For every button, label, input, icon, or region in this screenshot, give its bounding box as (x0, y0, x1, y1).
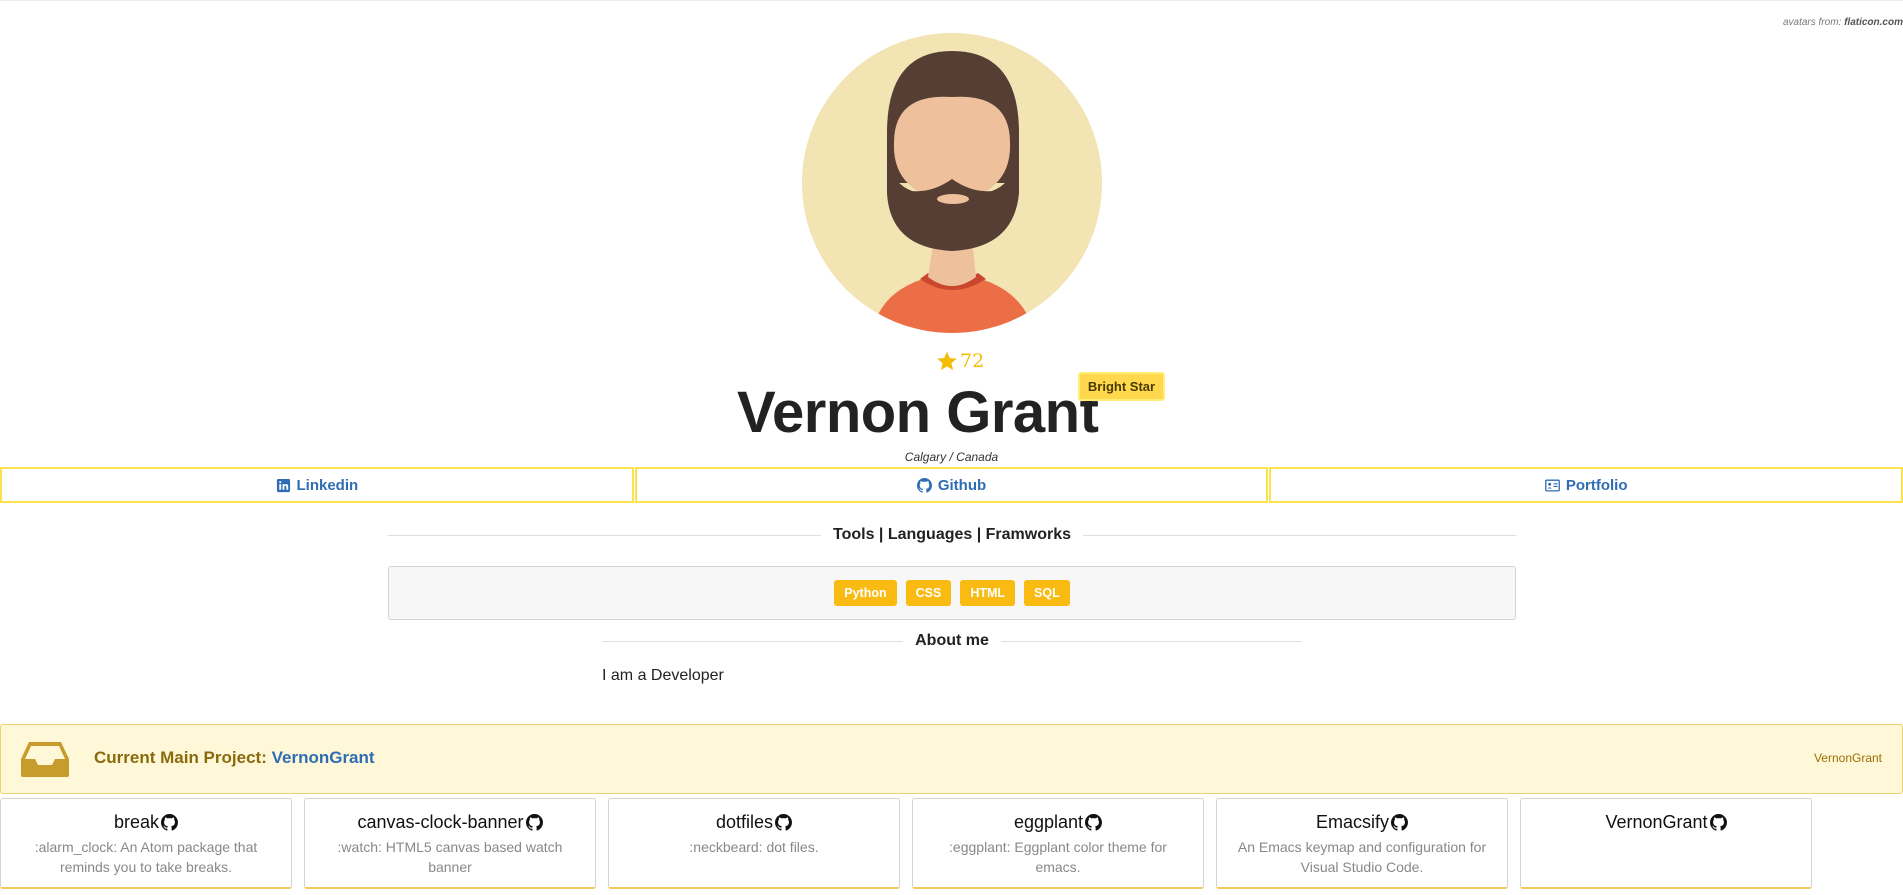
repo-card[interactable]: dotfiles :neckbeard: dot files. (608, 798, 900, 889)
linkedin-button[interactable]: Linkedin (0, 467, 634, 503)
credit-prefix: avatars from: (1782, 17, 1842, 28)
repo-title: canvas-clock-banner (321, 811, 579, 833)
github-label: Github (937, 476, 987, 494)
github-icon (775, 813, 793, 831)
top-rule (0, 0, 1903, 1)
repo-name: break (113, 812, 160, 832)
avatar-credit: avatars from: flaticon.com (1783, 17, 1903, 28)
repo-title: VernonGrant (1537, 811, 1795, 833)
skills-tags: Python CSS HTML SQL (388, 566, 1516, 620)
linkedin-label: Linkedin (296, 476, 359, 494)
skill-tag: Python (834, 580, 897, 606)
repo-card[interactable]: eggplant :eggplant: Eggplant color theme… (912, 798, 1204, 889)
avatar (802, 33, 1102, 333)
repo-name: Emacsify (1315, 812, 1389, 832)
repo-description: An Emacs keymap and configuration for Vi… (1237, 839, 1487, 875)
skills-divider: Tools | Languages | Framworks (388, 524, 1517, 546)
repo-name: canvas-clock-banner (357, 812, 524, 832)
bearded-man-avatar-icon (802, 33, 1102, 333)
repo-title: Emacsify (1233, 811, 1491, 833)
main-project-link[interactable]: VernonGrant (272, 748, 375, 767)
repo-name: eggplant (1013, 812, 1084, 832)
repo-card[interactable]: canvas-clock-banner :watch: HTML5 canvas… (304, 798, 596, 889)
repo-card[interactable]: break :alarm_clock: An Atom package that… (0, 798, 292, 889)
repo-card[interactable]: VernonGrant (1520, 798, 1812, 889)
score-display: 72 (936, 350, 984, 372)
skill-tag: HTML (960, 580, 1016, 606)
repo-description: :eggplant: Eggplant color theme for emac… (949, 839, 1167, 875)
id-card-icon (1544, 478, 1560, 491)
divider-line (388, 534, 821, 536)
score-value: 72 (960, 350, 985, 372)
repo-title: break (17, 811, 275, 833)
repo-title: dotfiles (625, 811, 883, 833)
profile-name: Vernon Grant (737, 380, 1099, 445)
repo-description: :watch: HTML5 canvas based watch banner (337, 839, 563, 875)
main-project-label: Current Main Project: VernonGrant (94, 748, 375, 768)
divider-line (1000, 640, 1302, 642)
portfolio-button[interactable]: Portfolio (1269, 467, 1903, 503)
github-icon (525, 813, 543, 831)
star-icon (937, 351, 957, 370)
portfolio-label: Portfolio (1565, 476, 1628, 494)
github-icon (916, 477, 932, 493)
credit-source-link[interactable]: flaticon.com (1844, 17, 1903, 28)
about-text: I am a Developer (602, 667, 724, 684)
repo-card[interactable]: Emacsify An Emacs keymap and configurati… (1216, 798, 1508, 889)
repo-description: :alarm_clock: An Atom package that remin… (34, 839, 258, 875)
main-project-right-link[interactable]: VernonGrant (1814, 751, 1882, 765)
github-icon (1709, 813, 1727, 831)
linkedin-icon (276, 478, 290, 492)
profile-location: Calgary / Canada (904, 450, 999, 464)
about-divider: About me (602, 630, 1302, 652)
inbox-icon (20, 739, 70, 779)
repo-title: eggplant (929, 811, 1187, 833)
repo-description: :neckbeard: dot files. (689, 839, 819, 855)
main-project-banner: Current Main Project: VernonGrant Vernon… (0, 724, 1903, 794)
skill-tag: SQL (1024, 580, 1070, 606)
github-icon (1391, 813, 1408, 831)
repo-name: VernonGrant (1605, 812, 1708, 832)
main-project-prefix: Current Main Project: (94, 748, 267, 767)
about-heading: About me (915, 632, 989, 649)
github-button[interactable]: Github (634, 467, 1269, 503)
repo-name: dotfiles (715, 812, 774, 832)
github-icon (161, 813, 179, 831)
github-icon (1085, 813, 1103, 831)
social-links: Linkedin Github Portfolio (0, 467, 1903, 503)
divider-line (1083, 534, 1517, 536)
rank-badge: Bright Star (1078, 372, 1165, 401)
divider-line (602, 640, 904, 642)
skills-heading: Tools | Languages | Framworks (832, 526, 1072, 543)
skill-tag: CSS (905, 580, 952, 606)
